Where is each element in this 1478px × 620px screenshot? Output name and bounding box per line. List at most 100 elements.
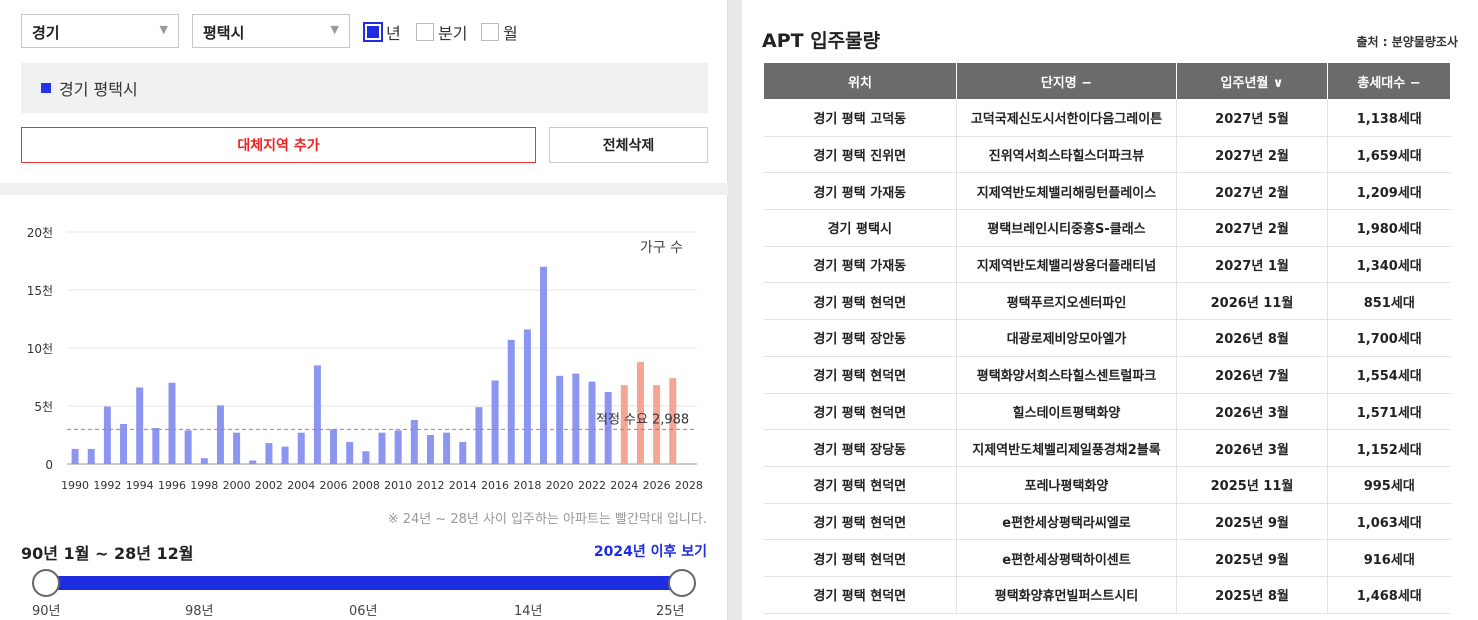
column-header-complex[interactable]: 단지명 − xyxy=(956,62,1177,100)
cell-location: 경기 평택 현덕면 xyxy=(763,576,957,614)
cell-location: 경기 평택 현덕면 xyxy=(763,282,957,321)
chevron-down-icon: ▼ xyxy=(159,23,168,36)
move-in-table: 위치 단지명 − 입주년월 ∨ 총세대수 − 경기 평택 고덕동 고덕국제신도시서… xyxy=(763,62,1451,614)
bar xyxy=(540,266,548,464)
bar xyxy=(426,435,434,464)
bar xyxy=(216,405,224,464)
series-label: 가구 수 xyxy=(640,240,683,256)
column-header-move-in-date[interactable]: 입주년월 ∨ xyxy=(1176,62,1328,100)
cell-move-in-date: 2025년 8월 xyxy=(1176,576,1328,614)
bar xyxy=(588,381,596,464)
table-row[interactable]: 경기 평택 현덕면 포레나평택화양 2025년 11월 995세대 xyxy=(763,466,1451,504)
checkbox-unchecked-icon[interactable] xyxy=(416,23,434,41)
bar xyxy=(410,419,418,464)
table-row[interactable]: 경기 평택 현덕면 평택푸르지오센터파인 2026년 11월 851세대 xyxy=(763,282,1451,321)
bar xyxy=(346,441,354,464)
cell-households: 1,468세대 xyxy=(1327,576,1451,614)
table-row[interactable]: 경기 평택 고덕동 고덕국제신도시서한이다음그레이튼 2027년 5월 1,138세대 xyxy=(763,99,1451,137)
slider-label: 14년 xyxy=(514,604,543,619)
period-quarter-checkbox[interactable]: 분기 xyxy=(416,20,467,44)
table-row[interactable]: 경기 평택 진위면 진위역서희스타힐스더파크뷰 2027년 2월 1,659세대 xyxy=(763,136,1451,174)
table-row[interactable]: 경기 평택 현덕면 e편한세상평택라씨엘로 2025년 9월 1,063세대 xyxy=(763,503,1451,541)
checkbox-checked-icon[interactable] xyxy=(363,22,383,42)
section-divider xyxy=(0,183,728,195)
selected-region-box: 경기 평택시 xyxy=(21,63,708,113)
table-row[interactable]: 경기 평택 현덕면 평택화양휴먼빌퍼스트시티 2025년 8월 1,468세대 xyxy=(763,576,1451,614)
chevron-down-icon: ▼ xyxy=(330,23,339,36)
bar xyxy=(330,429,338,464)
cell-move-in-date: 2027년 2월 xyxy=(1176,172,1328,211)
bar xyxy=(184,430,192,464)
cell-households: 1,980세대 xyxy=(1327,209,1451,247)
bar xyxy=(233,432,241,464)
city-select-value: 평택시 xyxy=(203,24,245,42)
range-slider-start-handle[interactable] xyxy=(32,569,60,597)
y-tick-label: 10천 xyxy=(27,341,53,356)
cell-households: 995세대 xyxy=(1327,466,1451,504)
cell-complex: 지제역반도체벨리제일풍경채2블록 xyxy=(956,429,1177,467)
table-row[interactable]: 경기 평택시 평택브레인시티중흥S-클래스 2027년 2월 1,980세대 xyxy=(763,209,1451,247)
y-tick-label: 15천 xyxy=(27,283,53,298)
cell-location: 경기 평택 장당동 xyxy=(763,429,957,467)
slider-label: 06년 xyxy=(349,604,378,619)
series-color-swatch xyxy=(41,83,51,93)
cell-location: 경기 평택 장안동 xyxy=(763,319,957,357)
table-row[interactable]: 경기 평택 현덕면 평택화양서희스타힐스센트럴파크 2026년 7월 1,554세대 xyxy=(763,356,1451,394)
checkbox-unchecked-icon[interactable] xyxy=(481,23,499,41)
cell-location: 경기 평택시 xyxy=(763,209,957,247)
table-row[interactable]: 경기 평택 현덕면 e편한세상평택하이센트 2025년 9월 916세대 xyxy=(763,539,1451,577)
bar xyxy=(394,430,402,464)
after-2024-link[interactable]: 2024년 이후 보기 xyxy=(594,541,707,561)
cell-households: 1,063세대 xyxy=(1327,503,1451,541)
column-header-location[interactable]: 위치 xyxy=(763,62,957,100)
bar xyxy=(572,373,580,464)
x-tick-label: 2000 xyxy=(223,479,251,492)
add-region-button[interactable]: 대체지역 추가 xyxy=(21,127,536,163)
period-year-checkbox[interactable]: 년 xyxy=(363,20,401,44)
x-tick-label: 2012 xyxy=(416,479,444,492)
column-header-households[interactable]: 총세대수 − xyxy=(1327,62,1451,100)
cell-households: 1,700세대 xyxy=(1327,319,1451,357)
cell-move-in-date: 2026년 7월 xyxy=(1176,356,1328,394)
cell-complex: 평택화양서희스타힐스센트럴파크 xyxy=(956,356,1177,394)
cell-complex: 평택푸르지오센터파인 xyxy=(956,282,1177,321)
range-slider-end-handle[interactable] xyxy=(668,569,696,597)
bar xyxy=(297,432,305,464)
table-row[interactable]: 경기 평택 가재동 지제역반도체밸리해링턴플레이스 2027년 2월 1,209세대 xyxy=(763,172,1451,211)
cell-move-in-date: 2026년 11월 xyxy=(1176,282,1328,321)
cell-complex: 지제역반도체밸리쌍용더플래티넘 xyxy=(956,246,1177,284)
range-slider-track[interactable] xyxy=(46,576,684,590)
cell-households: 1,138세대 xyxy=(1327,99,1451,137)
cell-complex: 평택브레인시티중흥S-클래스 xyxy=(956,209,1177,247)
bar xyxy=(313,365,321,464)
period-quarter-label: 분기 xyxy=(438,24,468,43)
cell-move-in-date: 2025년 9월 xyxy=(1176,503,1328,541)
cell-location: 경기 평택 현덕면 xyxy=(763,466,957,504)
province-select[interactable]: 경기 ▼ xyxy=(21,14,179,48)
cell-households: 1,571세대 xyxy=(1327,393,1451,431)
bar xyxy=(443,432,451,464)
table-row[interactable]: 경기 평택 장안동 대광로제비앙모아엘가 2026년 8월 1,700세대 xyxy=(763,319,1451,357)
table-row[interactable]: 경기 평택 현덕면 힐스테이트평택화양 2026년 3월 1,571세대 xyxy=(763,393,1451,431)
table-row[interactable]: 경기 평택 장당동 지제역반도체벨리제일풍경채2블록 2026년 3월 1,152세대 xyxy=(763,429,1451,467)
city-select[interactable]: 평택시 ▼ xyxy=(192,14,350,48)
x-tick-label: 2020 xyxy=(546,479,574,492)
cell-location: 경기 평택 가재동 xyxy=(763,172,957,211)
x-tick-label: 2022 xyxy=(578,479,606,492)
x-tick-label: 2004 xyxy=(287,479,315,492)
table-row[interactable]: 경기 평택 가재동 지제역반도체밸리쌍용더플래티넘 2027년 1월 1,340세대 xyxy=(763,246,1451,284)
bar xyxy=(378,432,386,464)
cell-complex: 지제역반도체밸리해링턴플레이스 xyxy=(956,172,1177,211)
range-title: 90년 1월 ~ 28년 12월 xyxy=(21,544,194,563)
left-panel: 경기 ▼ 평택시 ▼ 년 분기 월 경기 평택시 대체지역 추가 전체삭제 0 5… xyxy=(0,0,728,620)
x-tick-label: 1996 xyxy=(158,479,186,492)
period-month-checkbox[interactable]: 월 xyxy=(481,20,518,44)
cell-move-in-date: 2027년 5월 xyxy=(1176,99,1328,137)
bar xyxy=(152,428,160,464)
delete-all-button[interactable]: 전체삭제 xyxy=(549,127,708,163)
cell-complex: 평택화양휴먼빌퍼스트시티 xyxy=(956,576,1177,614)
bar xyxy=(604,392,612,464)
bar xyxy=(249,460,257,464)
x-tick-label: 1994 xyxy=(126,479,154,492)
cell-move-in-date: 2025년 9월 xyxy=(1176,539,1328,577)
